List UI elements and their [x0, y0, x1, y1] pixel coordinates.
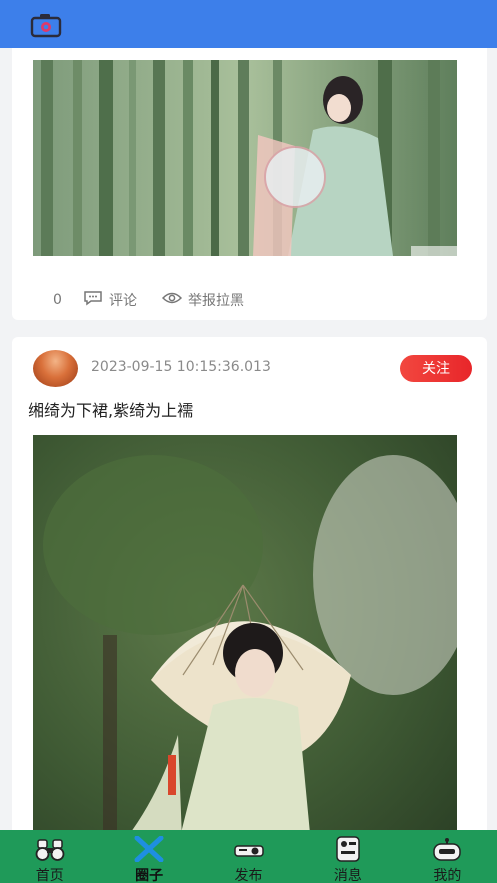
avatar[interactable]	[33, 350, 78, 387]
app-page: 0 评论 举报拉黑 2023-09-15 10:15:36.013 关注 缃绮为…	[0, 0, 497, 883]
bottom-nav: 首页 圈子 发布 消息 我的	[0, 830, 497, 883]
nav-item-messages[interactable]: 消息	[298, 830, 397, 883]
post-card: 2023-09-15 10:15:36.013 关注 缃绮为下裙,紫绮为上襦	[12, 337, 487, 830]
like-count[interactable]: 0	[53, 288, 62, 312]
nav-item-mine[interactable]: 我的	[398, 830, 497, 883]
nav-item-home[interactable]: 首页	[0, 830, 99, 883]
robot-icon	[431, 836, 463, 862]
post-photo[interactable]	[33, 435, 457, 830]
message-icon	[332, 836, 364, 862]
camera-icon[interactable]	[30, 12, 62, 38]
report-label: 举报拉黑	[188, 293, 244, 309]
post-photo[interactable]	[33, 60, 457, 256]
comment-button[interactable]: 评论	[83, 288, 137, 312]
post-actions: 0 评论 举报拉黑	[12, 288, 487, 312]
nav-label: 首页	[35, 868, 64, 883]
post-feed[interactable]: 0 评论 举报拉黑 2023-09-15 10:15:36.013 关注 缃绮为…	[0, 48, 497, 830]
post-caption: 缃绮为下裙,紫绮为上襦	[28, 401, 194, 420]
like-count-text: 0	[53, 292, 62, 308]
nav-label: 我的	[433, 868, 462, 883]
follow-button[interactable]: 关注	[400, 355, 472, 382]
post-timestamp: 2023-09-15 10:15:36.013	[91, 359, 271, 375]
nav-item-circle[interactable]: 圈子	[99, 830, 198, 883]
binoculars-icon	[34, 836, 66, 862]
cross-icon	[133, 835, 165, 863]
eye-icon	[161, 291, 183, 309]
nav-label: 发布	[234, 868, 263, 883]
comment-icon	[83, 290, 103, 310]
nav-item-publish[interactable]: 发布	[199, 830, 298, 883]
post-card: 0 评论 举报拉黑	[12, 48, 487, 320]
top-bar	[0, 0, 497, 48]
report-button[interactable]: 举报拉黑	[161, 288, 244, 312]
nav-label: 消息	[333, 868, 362, 883]
nav-label: 圈子	[135, 868, 164, 883]
projector-icon	[233, 836, 265, 862]
comment-label: 评论	[109, 293, 137, 309]
